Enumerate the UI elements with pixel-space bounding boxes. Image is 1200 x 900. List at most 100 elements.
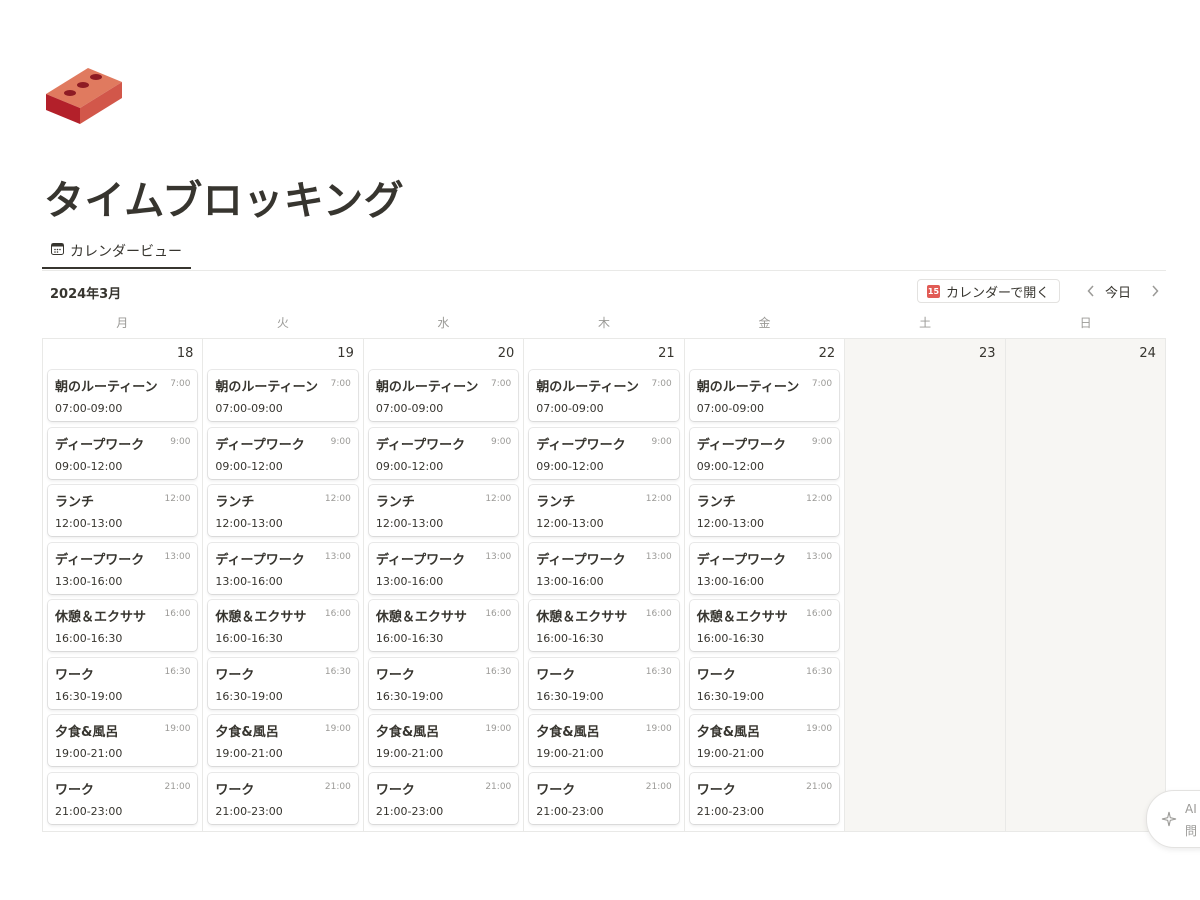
weekday-header: 月火水木金土日 xyxy=(42,312,1166,336)
sparkle-icon xyxy=(1161,811,1177,827)
event-time-range: 19:00-21:00 xyxy=(215,747,283,760)
weekday-label: 土 xyxy=(919,316,932,330)
event-card[interactable]: ワーク 16:30 16:30-19:00 xyxy=(48,657,198,709)
event-card[interactable]: ランチ 12:00 12:00-13:00 xyxy=(689,485,840,536)
event-card[interactable]: 朝のルーティーン 7:00 07:00-09:00 xyxy=(48,370,198,421)
event-card[interactable]: ランチ 12:00 12:00-13:00 xyxy=(529,485,679,536)
event-title: ワーク xyxy=(375,782,415,798)
event-title: ワーク xyxy=(55,782,95,798)
event-card[interactable]: ディープワーク 13:00 13:00-16:00 xyxy=(529,542,679,594)
event-card[interactable]: 休憩＆エクササ 16:00 16:00-16:30 xyxy=(48,600,198,651)
event-card[interactable]: 休憩＆エクササ 16:00 16:00-16:30 xyxy=(368,600,519,651)
open-in-calendar-label: カレンダーで開く xyxy=(946,285,1050,301)
event-card[interactable]: ディープワーク 13:00 13:00-16:00 xyxy=(48,542,198,594)
event-card[interactable]: 休憩＆エクササ 16:00 16:00-16:30 xyxy=(208,600,358,651)
event-card[interactable]: 朝のルーティーン 7:00 07:00-09:00 xyxy=(368,370,519,421)
event-start-time: 12:00 xyxy=(324,494,351,504)
event-list: 朝のルーティーン 7:00 07:00-09:00 ディープワーク 9:00 09:00-… xyxy=(208,370,358,830)
day-cell[interactable]: 20 朝のルーティーン 7:00 07:00-09:00 ディープワーク 9:00 09:0… xyxy=(363,339,525,832)
calendar-icon: 15 xyxy=(927,284,940,298)
day-cell[interactable]: 19 朝のルーティーン 7:00 07:00-09:00 ディープワーク 9:00 09:0… xyxy=(203,339,364,832)
day-number: 18 xyxy=(176,346,194,361)
event-time-range: 19:00-21:00 xyxy=(55,747,123,760)
event-start-time: 19:00 xyxy=(324,724,351,734)
event-card[interactable]: 休憩＆エクササ 16:00 16:00-16:30 xyxy=(529,600,679,651)
event-title: 休憩＆エクササ xyxy=(375,610,467,625)
event-card[interactable]: ディープワーク 9:00 09:00-12:00 xyxy=(208,427,358,479)
event-title: 休憩＆エクササ xyxy=(55,610,147,625)
event-start-time: 13:00 xyxy=(806,551,833,562)
event-card[interactable]: 朝のルーティーン 7:00 07:00-09:00 xyxy=(529,370,679,421)
ai-assistant-button[interactable]: AI 問 xyxy=(1146,790,1200,848)
day-cell[interactable]: 24 xyxy=(1005,339,1166,832)
event-card[interactable]: ディープワーク 9:00 09:00-12:00 xyxy=(48,427,198,479)
event-card[interactable]: ディープワーク 9:00 09:00-12:00 xyxy=(368,427,519,479)
event-title: ワーク xyxy=(536,667,576,683)
event-title: ワーク xyxy=(375,667,415,683)
event-title: ワーク xyxy=(696,782,736,798)
tab-label: カレンダービュー xyxy=(70,243,182,260)
day-cell[interactable]: 23 xyxy=(845,339,1006,832)
event-start-time: 9:00 xyxy=(651,436,672,447)
event-time-range: 21:00-23:00 xyxy=(215,804,283,818)
event-list: 朝のルーティーン 7:00 07:00-09:00 ディープワーク 9:00 09:00-… xyxy=(529,370,679,830)
event-card[interactable]: ディープワーク 13:00 13:00-16:00 xyxy=(689,542,840,594)
event-start-time: 21:00 xyxy=(324,781,351,792)
event-card[interactable]: ディープワーク 13:00 13:00-16:00 xyxy=(208,542,358,594)
event-time-range: 21:00-23:00 xyxy=(696,804,765,818)
tab-calendar-view[interactable]: カレンダービュー xyxy=(42,234,191,269)
open-in-calendar-button[interactable]: 15 カレンダーで開く xyxy=(917,279,1061,303)
event-title: 夕食&風呂 xyxy=(55,725,119,740)
event-start-time: 21:00 xyxy=(806,781,833,792)
previous-week-button[interactable] xyxy=(1082,281,1100,301)
event-card[interactable]: 休憩＆エクササ 16:00 16:00-16:30 xyxy=(689,600,840,651)
day-cell[interactable]: 21 朝のルーティーン 7:00 07:00-09:00 ディープワーク 9:00 09:0… xyxy=(524,339,685,832)
event-card[interactable]: ディープワーク 9:00 09:00-12:00 xyxy=(689,427,840,479)
event-card[interactable]: ワーク 16:30 16:30-19:00 xyxy=(689,657,840,709)
event-card[interactable]: ディープワーク 13:00 13:00-16:00 xyxy=(368,542,519,594)
event-card[interactable]: ワーク 21:00 21:00-23:00 xyxy=(208,772,358,824)
event-time-range: 19:00-21:00 xyxy=(696,747,765,760)
event-card[interactable]: ワーク 21:00 21:00-23:00 xyxy=(48,772,198,824)
event-card[interactable]: ディープワーク 9:00 09:00-12:00 xyxy=(529,427,679,479)
event-card[interactable]: ワーク 16:30 16:30-19:00 xyxy=(208,657,358,709)
event-title: 夕食&風呂 xyxy=(536,725,600,740)
event-card[interactable]: 夕食&風呂 19:00 19:00-21:00 xyxy=(368,715,519,766)
event-card[interactable]: ワーク 21:00 21:00-23:00 xyxy=(368,772,519,824)
event-start-time: 7:00 xyxy=(811,379,833,389)
event-card[interactable]: 夕食&風呂 19:00 19:00-21:00 xyxy=(208,715,358,766)
event-card[interactable]: ランチ 12:00 12:00-13:00 xyxy=(208,485,358,536)
event-title: 休憩＆エクササ xyxy=(696,610,788,625)
next-week-button[interactable] xyxy=(1146,281,1164,301)
event-card[interactable]: ワーク 21:00 21:00-23:00 xyxy=(689,772,840,824)
event-time-range: 13:00-16:00 xyxy=(55,574,123,588)
day-cell[interactable]: 18 朝のルーティーン 7:00 07:00-09:00 ディープワーク 9:00 09:0… xyxy=(43,339,204,832)
event-card[interactable]: ランチ 12:00 12:00-13:00 xyxy=(48,485,198,536)
event-card[interactable]: ワーク 21:00 21:00-23:00 xyxy=(529,772,679,824)
day-number: 20 xyxy=(497,346,515,361)
event-time-range: 09:00-12:00 xyxy=(215,459,283,473)
event-card[interactable]: 夕食&風呂 19:00 19:00-21:00 xyxy=(529,715,679,766)
event-time-range: 16:00-16:30 xyxy=(375,632,444,645)
today-button[interactable]: 今日 xyxy=(1105,282,1131,301)
event-time-range: 21:00-23:00 xyxy=(375,804,444,818)
event-time-range: 16:30-19:00 xyxy=(375,689,444,703)
event-card[interactable]: ワーク 16:30 16:30-19:00 xyxy=(529,657,679,709)
event-title: ランチ xyxy=(215,495,255,510)
event-time-range: 12:00-13:00 xyxy=(215,517,283,530)
event-card[interactable]: ワーク 16:30 16:30-19:00 xyxy=(368,657,519,709)
event-title: ディープワーク xyxy=(375,552,466,568)
event-card[interactable]: 夕食&風呂 19:00 19:00-21:00 xyxy=(48,715,198,766)
brick-icon[interactable] xyxy=(44,62,124,126)
event-start-time: 16:00 xyxy=(645,609,672,619)
event-card[interactable]: 朝のルーティーン 7:00 07:00-09:00 xyxy=(208,370,358,421)
event-title: ランチ xyxy=(536,495,576,510)
day-number: 23 xyxy=(978,346,996,361)
event-title: ディープワーク xyxy=(375,437,466,453)
event-card[interactable]: 夕食&風呂 19:00 19:00-21:00 xyxy=(689,715,840,766)
chevron-right-icon xyxy=(1152,285,1159,297)
event-card[interactable]: 朝のルーティーン 7:00 07:00-09:00 xyxy=(689,370,840,421)
event-card[interactable]: ランチ 12:00 12:00-13:00 xyxy=(368,485,519,536)
day-cell[interactable]: 22 朝のルーティーン 7:00 07:00-09:00 ディープワーク 9:00 09:0… xyxy=(684,339,846,832)
event-time-range: 16:30-19:00 xyxy=(536,689,604,703)
